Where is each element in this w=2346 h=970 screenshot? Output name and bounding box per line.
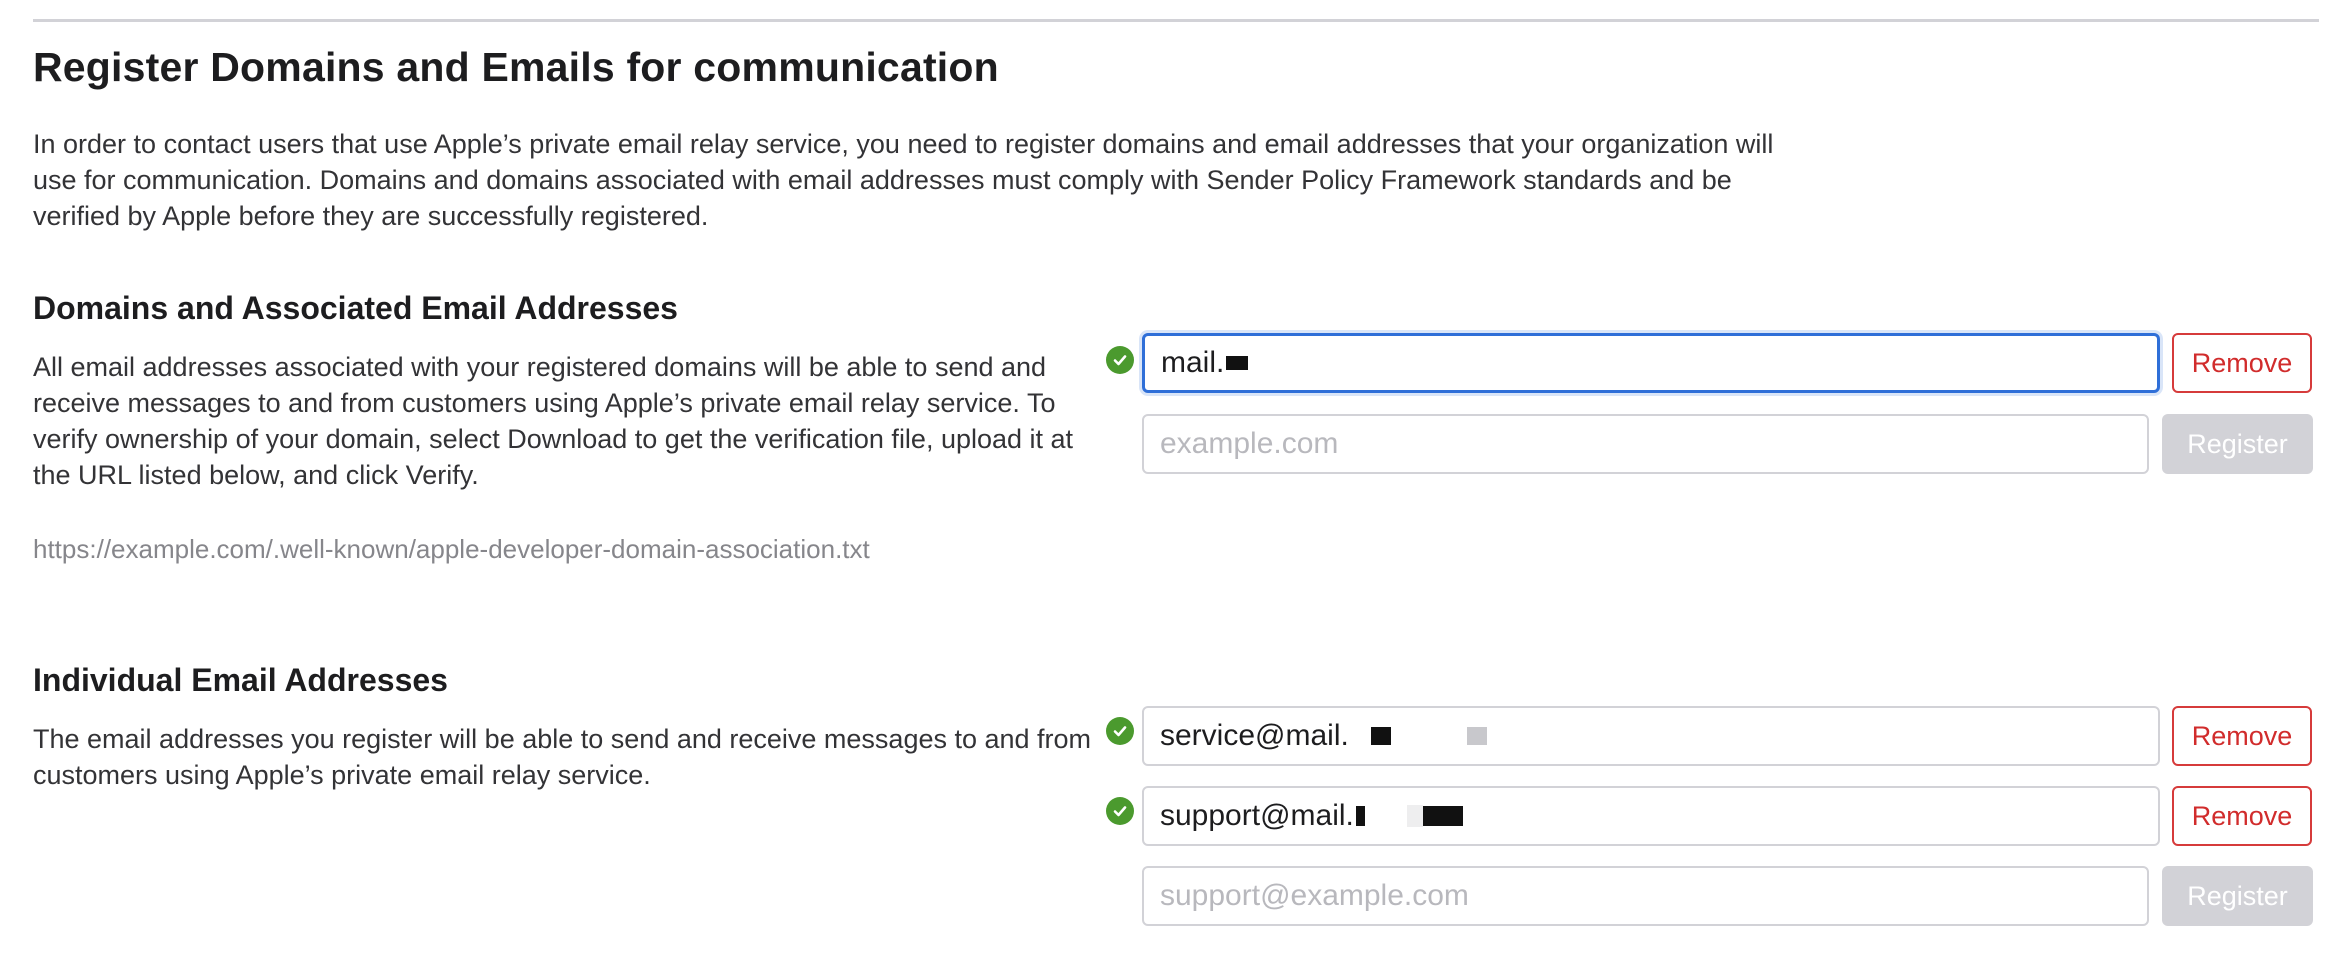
verification-url-hint: https://example.com/.well-known/apple-de… <box>33 534 870 564</box>
page-title: Register Domains and Emails for communic… <box>33 44 999 90</box>
domain-field[interactable]: mail. <box>1142 333 2160 393</box>
new-domain-placeholder: example.com <box>1160 427 1339 460</box>
email-field-value: service@mail. <box>1160 719 1349 752</box>
verified-check-icon <box>1106 346 1134 374</box>
email-field-value: support@mail. <box>1160 799 1354 832</box>
domain-field-value: mail. <box>1161 346 1225 379</box>
redacted-mask <box>1226 356 1249 370</box>
remove-email-button[interactable]: Remove <box>2172 706 2312 766</box>
verified-check-icon <box>1106 797 1134 825</box>
new-email-input[interactable]: support@example.com <box>1142 866 2149 926</box>
redacted-mask <box>1466 727 1487 745</box>
email-field[interactable]: support@mail. <box>1142 786 2160 846</box>
emails-section-title: Individual Email Addresses <box>33 662 448 698</box>
page-intro: In order to contact users that use Apple… <box>33 129 1774 231</box>
redacted-mask <box>1422 806 1463 826</box>
redacted-mask <box>1370 727 1391 745</box>
domains-section-title: Domains and Associated Email Addresses <box>33 290 678 326</box>
domains-section-description: All email addresses associated with your… <box>33 352 1074 490</box>
emails-section-description: The email addresses you register will be… <box>33 724 1092 790</box>
verified-check-icon <box>1106 717 1134 745</box>
register-email-button[interactable]: Register <box>2162 866 2313 926</box>
redacted-mask <box>1406 805 1423 827</box>
register-domain-button[interactable]: Register <box>2162 414 2313 474</box>
remove-email-button[interactable]: Remove <box>2172 786 2312 846</box>
new-domain-input[interactable]: example.com <box>1142 414 2149 474</box>
section-divider <box>33 19 2319 22</box>
email-field[interactable]: service@mail. <box>1142 706 2160 766</box>
redacted-mask <box>1355 806 1365 826</box>
new-email-placeholder: support@example.com <box>1160 879 1469 912</box>
remove-domain-button[interactable]: Remove <box>2172 333 2312 393</box>
